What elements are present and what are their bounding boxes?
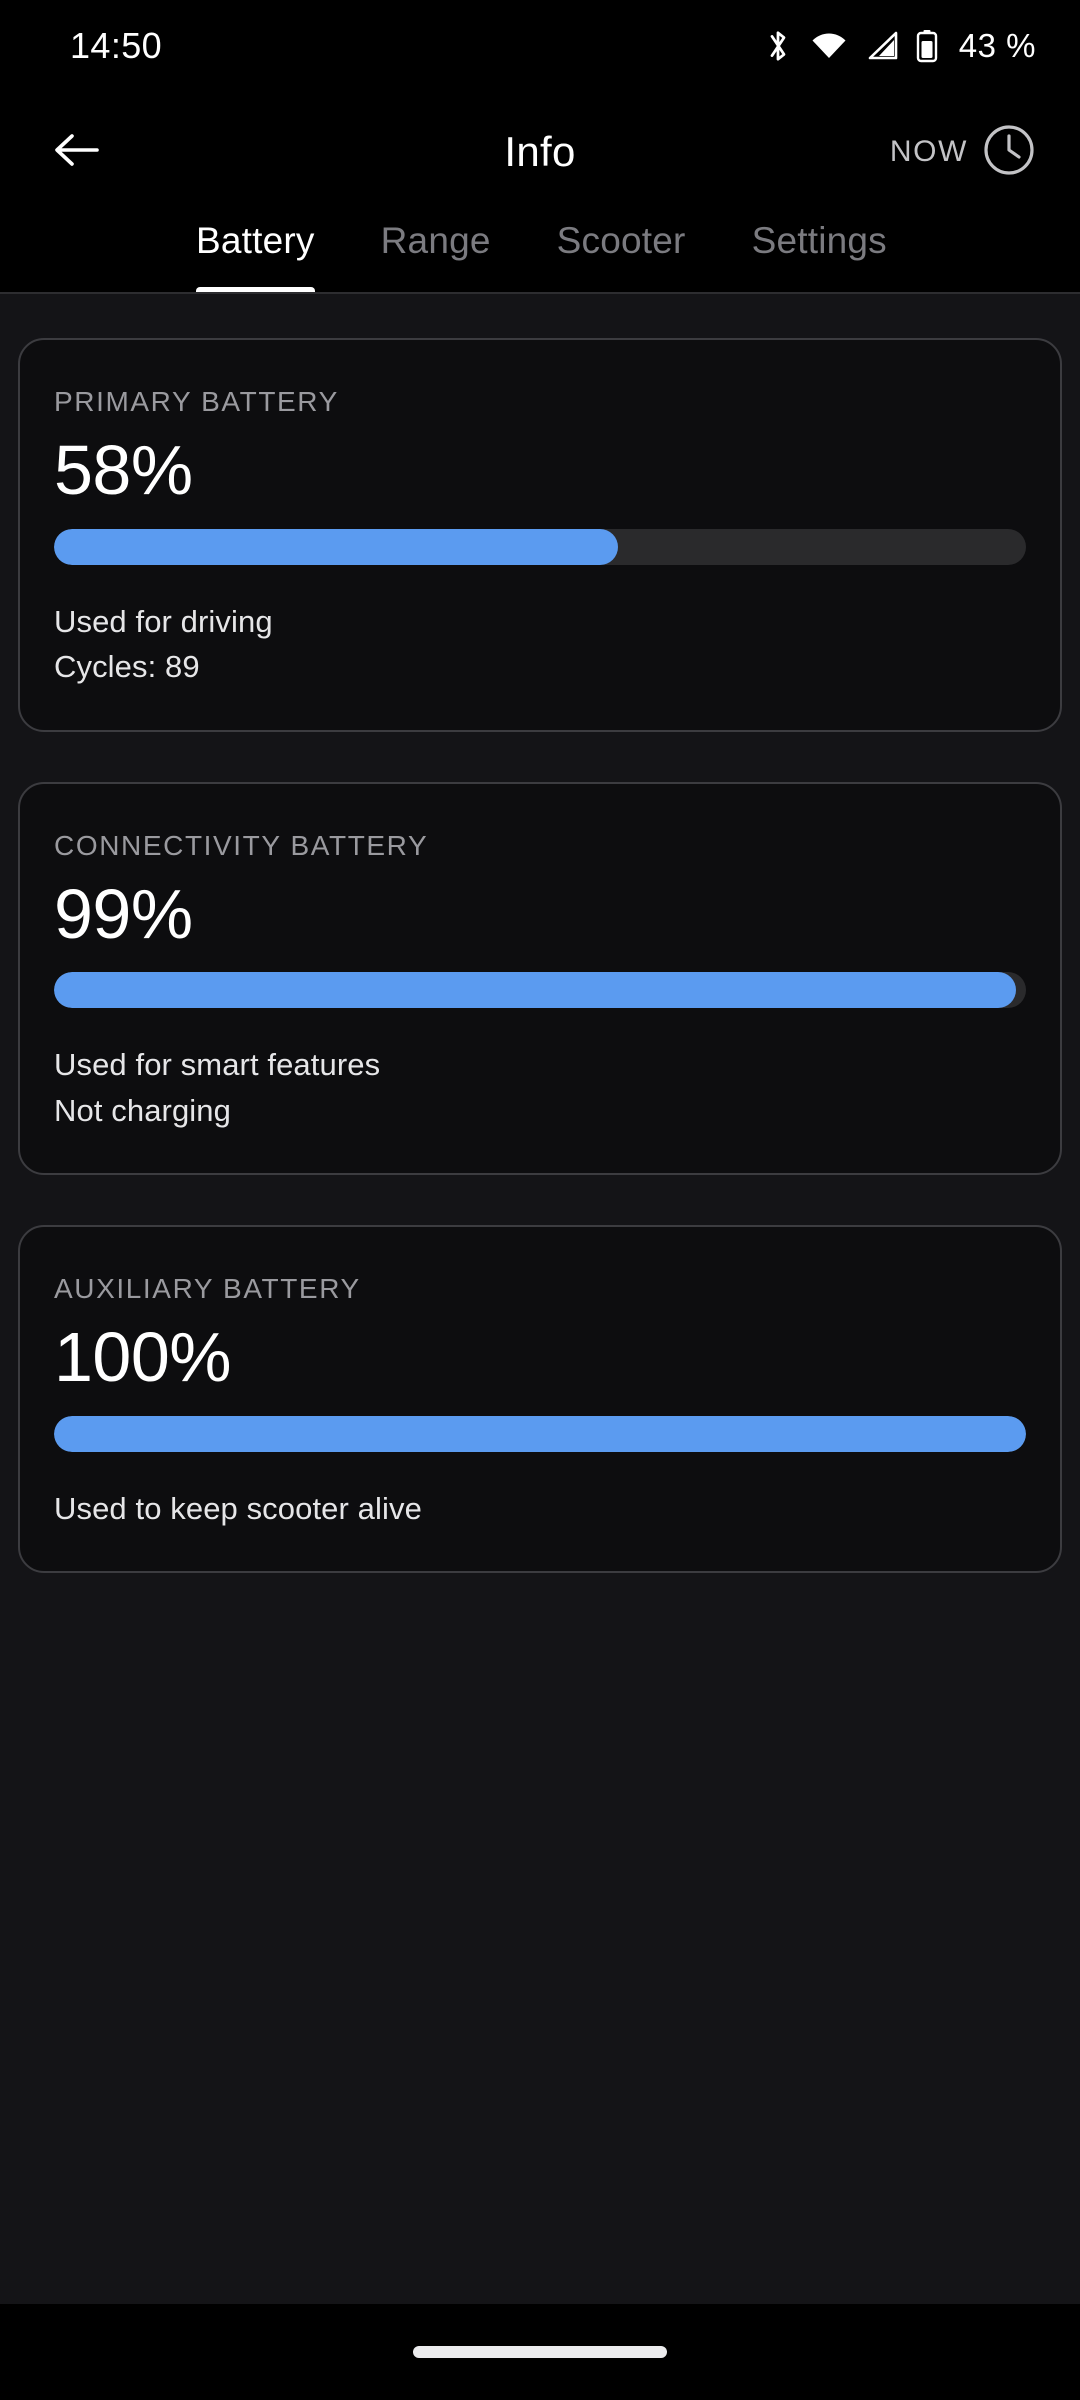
bluetooth-icon — [763, 28, 793, 64]
battery-progress-fill — [54, 528, 618, 565]
card-note-primary: Used for smart features — [54, 1047, 381, 1083]
cellular-signal-icon — [865, 31, 899, 61]
card-percent-value: 100% — [54, 1318, 232, 1397]
battery-progress-fill — [54, 972, 1017, 1009]
battery-icon — [916, 29, 938, 63]
card-title: CONNECTIVITY BATTERY — [54, 829, 429, 861]
card-note-secondary: Not charging — [54, 1092, 231, 1128]
system-nav-bar — [0, 2304, 1080, 2400]
tab-battery-label: Battery — [196, 220, 315, 261]
now-button[interactable]: NOW — [890, 123, 1036, 182]
battery-progress-fill — [54, 1415, 1026, 1452]
battery-progress-track — [54, 528, 1026, 565]
tab-battery[interactable]: Battery — [196, 212, 315, 294]
phone-screen: 14:50 43 % Info NOW Battery Range Scoote… — [0, 0, 1080, 2400]
status-battery-percent: 43 % — [958, 27, 1036, 64]
status-bar: 14:50 43 % — [0, 0, 1080, 92]
tab-scooter[interactable]: Scooter — [557, 212, 686, 294]
tab-range[interactable]: Range — [381, 212, 491, 294]
battery-list: PRIMARY BATTERY 58% Used for driving Cyc… — [0, 294, 1080, 2304]
card-percent-value: 58% — [54, 431, 193, 509]
tab-scooter-label: Scooter — [556, 220, 686, 261]
tab-bar-divider — [0, 292, 1080, 294]
status-bar-icons: 43 % — [763, 27, 1036, 65]
tab-bar: Battery Range Scooter Settings — [0, 212, 1080, 294]
battery-progress-track — [54, 972, 1026, 1009]
status-bar-clock: 14:50 — [70, 25, 163, 66]
clock-icon — [982, 123, 1036, 182]
back-button[interactable] — [40, 116, 112, 188]
connectivity-battery-card[interactable]: CONNECTIVITY BATTERY 99% Used for smart … — [18, 781, 1062, 1176]
app-bar: Info NOW — [0, 92, 1080, 212]
card-note-primary: Used to keep scooter alive — [54, 1490, 422, 1526]
tab-settings-label: Settings — [751, 220, 887, 261]
card-percent-value: 99% — [54, 874, 193, 953]
card-note-secondary: Cycles: 89 — [54, 649, 200, 685]
now-button-label: NOW — [889, 135, 968, 168]
tab-range-label: Range — [380, 220, 491, 261]
tab-settings[interactable]: Settings — [752, 212, 887, 294]
wifi-icon — [810, 31, 848, 61]
back-arrow-icon — [53, 130, 99, 175]
auxiliary-battery-card[interactable]: AUXILIARY BATTERY 100% Used to keep scoo… — [18, 1225, 1062, 1574]
home-indicator[interactable] — [413, 2346, 667, 2358]
primary-battery-card[interactable]: PRIMARY BATTERY 58% Used for driving Cyc… — [18, 338, 1062, 732]
card-title: PRIMARY BATTERY — [54, 386, 339, 417]
battery-progress-track — [54, 1415, 1026, 1452]
card-title: AUXILIARY BATTERY — [54, 1273, 361, 1305]
card-note-primary: Used for driving — [54, 603, 273, 639]
